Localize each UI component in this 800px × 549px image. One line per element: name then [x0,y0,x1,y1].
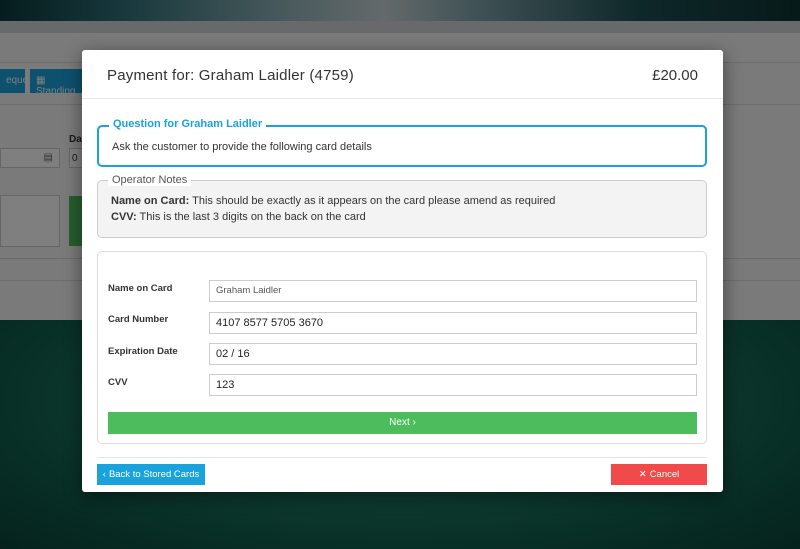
payment-modal: Payment for: Graham Laidler (4759) £20.0… [82,50,723,492]
next-button[interactable]: Next › [108,412,697,434]
modal-header: Payment for: Graham Laidler (4759) £20.0… [82,50,723,99]
card-details-form: Name on Card Graham Laidler Card Number … [97,251,707,444]
payment-amount: £20.00 [652,67,698,84]
name-on-card-input[interactable]: Graham Laidler [209,280,697,302]
cancel-button[interactable]: ✕ Cancel [611,464,707,485]
cvv-input[interactable]: 123 [209,374,697,396]
cvv-label: CVV [108,377,128,388]
chevron-right-icon: › [412,417,416,428]
expiration-date-input[interactable]: 02 / 16 [209,343,697,365]
expiration-date-label: Expiration Date [108,346,178,357]
card-number-input[interactable]: 4107 8577 5705 3670 [209,312,697,334]
modal-title: Payment for: Graham Laidler (4759) [107,67,354,84]
note-cvv: CVV: This is the last 3 digits on the ba… [111,211,366,223]
name-on-card-label: Name on Card [108,283,173,294]
operator-notes-panel: Operator Notes Name on Card: This should… [97,174,707,238]
footer-divider [97,457,707,458]
back-to-stored-cards-button[interactable]: ‹ Back to Stored Cards [97,464,205,485]
chevron-left-icon: ‹ [102,469,106,480]
card-number-label: Card Number [108,314,169,325]
question-text: Ask the customer to provide the followin… [112,141,372,153]
close-icon: ✕ [638,469,647,480]
note-name-on-card: Name on Card: This should be exactly as … [111,195,556,207]
question-panel: Question for Graham Laidler Ask the cust… [97,118,707,167]
operator-notes-legend: Operator Notes [108,174,192,186]
question-legend: Question for Graham Laidler [109,118,267,130]
